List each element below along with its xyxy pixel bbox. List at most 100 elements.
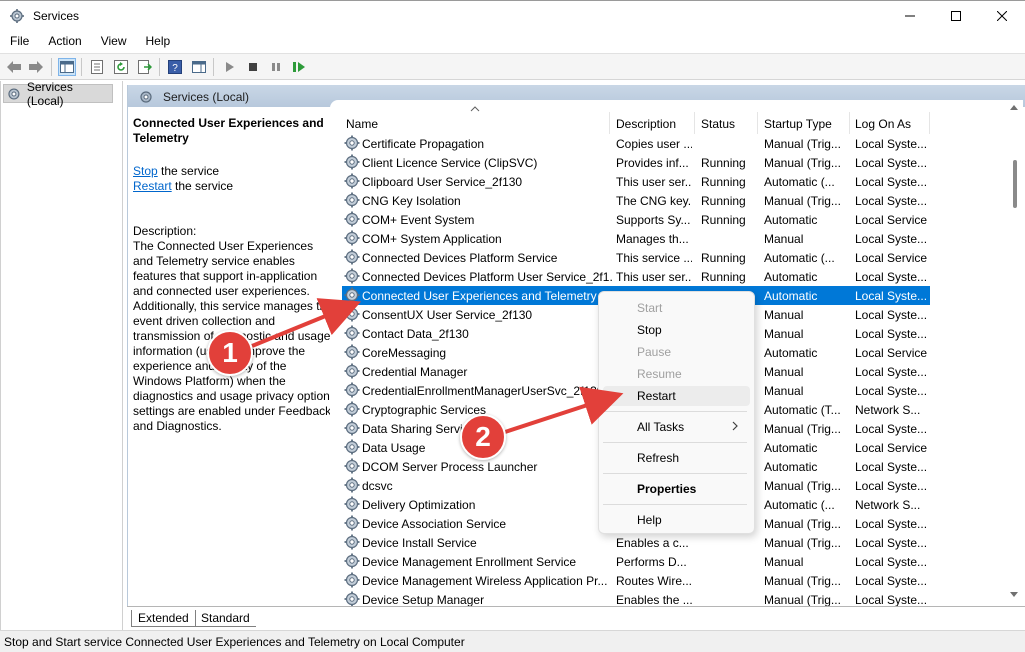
console-tree: Services (Local) bbox=[0, 80, 123, 630]
cell-name: CNG Key Isolation bbox=[362, 194, 461, 208]
menu-action[interactable]: Action bbox=[38, 31, 90, 53]
cell-name: Connected User Experiences and Telemetry bbox=[362, 289, 597, 303]
properties-sheet-icon bbox=[91, 60, 103, 74]
context-menu-properties[interactable]: Properties bbox=[603, 479, 750, 499]
close-button[interactable] bbox=[979, 1, 1025, 31]
pause-service-button[interactable] bbox=[267, 58, 285, 76]
toolbar-separator bbox=[81, 58, 82, 76]
context-menu-all-tasks[interactable]: All Tasks bbox=[603, 417, 750, 437]
column-header-name[interactable]: Name bbox=[340, 112, 608, 136]
cell-name: Clipboard User Service_2f130 bbox=[362, 175, 523, 189]
help-toolbar-button[interactable]: ? bbox=[166, 58, 184, 76]
column-header-status[interactable]: Status bbox=[695, 112, 757, 136]
stop-service-button[interactable] bbox=[244, 58, 262, 76]
column-header-description[interactable]: Description bbox=[610, 112, 694, 136]
table-row[interactable]: COM+ Event System Supports Sy... Running Au… bbox=[330, 210, 1006, 229]
minimize-button[interactable] bbox=[887, 1, 933, 31]
action-pane-button[interactable] bbox=[190, 58, 208, 76]
cell-startup: Manual (Trig... bbox=[764, 536, 841, 550]
column-header-log-on-as[interactable]: Log On As bbox=[849, 112, 929, 136]
arrow-left-icon bbox=[7, 61, 21, 73]
table-row[interactable]: Device Management Enrollment Service Perf… bbox=[330, 552, 1006, 571]
scroll-up-icon[interactable] bbox=[1010, 104, 1018, 110]
table-row[interactable]: Clipboard User Service_2f130 This user se… bbox=[330, 172, 1006, 191]
toolbar: ? bbox=[0, 53, 1025, 80]
table-row[interactable]: Client Licence Service (ClipSVC) Provides… bbox=[330, 153, 1006, 172]
toolbar-separator bbox=[159, 58, 160, 76]
context-menu-start[interactable]: Start bbox=[603, 298, 750, 318]
context-menu-help[interactable]: Help bbox=[603, 510, 750, 530]
scroll-thumb[interactable] bbox=[1013, 160, 1017, 208]
cell-logon: Network S... bbox=[855, 498, 921, 512]
restart-service-link[interactable]: Restart bbox=[133, 179, 172, 193]
context-menu-separator bbox=[603, 411, 747, 412]
properties-toolbar-button[interactable] bbox=[88, 58, 106, 76]
vertical-scrollbar[interactable] bbox=[1006, 100, 1023, 606]
restart-suffix: the service bbox=[171, 179, 234, 193]
column-separator[interactable] bbox=[929, 112, 930, 134]
table-row[interactable]: Connected Devices Platform Service This s… bbox=[330, 248, 1006, 267]
table-row[interactable]: Certificate Propagation Copies user ... Ma… bbox=[330, 134, 1006, 153]
context-menu-refresh[interactable]: Refresh bbox=[603, 448, 750, 468]
cell-startup: Automatic bbox=[764, 441, 818, 455]
context-menu-resume[interactable]: Resume bbox=[603, 364, 750, 384]
table-row[interactable]: COM+ System Application Manages th... Manu… bbox=[330, 229, 1006, 248]
cell-logon: Local Syste... bbox=[855, 232, 928, 246]
cell-startup: Manual bbox=[764, 555, 804, 569]
service-gear-icon bbox=[344, 249, 360, 265]
maximize-button[interactable] bbox=[933, 1, 979, 31]
tab-extended[interactable]: Extended bbox=[131, 610, 196, 627]
table-row[interactable]: Connected Devices Platform User Service_… bbox=[330, 267, 1006, 286]
table-row[interactable]: Device Install Service Enables a c... Manu… bbox=[330, 533, 1006, 552]
cell-desc: Routes Wire... bbox=[616, 574, 692, 588]
table-row[interactable]: Device Setup Manager Enables the ... Manua… bbox=[330, 590, 1006, 606]
table-row[interactable]: CNG Key Isolation The CNG key... Running Ma… bbox=[330, 191, 1006, 210]
service-gear-icon bbox=[344, 173, 360, 189]
stop-service-link[interactable]: Stop bbox=[133, 164, 158, 178]
tab-standard[interactable]: Standard bbox=[195, 610, 256, 627]
service-actions: Stop the service Restart the service bbox=[133, 164, 333, 194]
cell-startup: Manual (Trig... bbox=[764, 194, 841, 208]
cell-logon: Local Service bbox=[855, 213, 928, 227]
show-hide-console-tree-button[interactable] bbox=[58, 58, 76, 76]
restart-service-button[interactable] bbox=[290, 58, 308, 76]
context-menu-restart[interactable]: Restart bbox=[603, 386, 750, 406]
menu-help[interactable]: Help bbox=[136, 31, 180, 53]
back-button[interactable] bbox=[5, 58, 23, 76]
service-gear-icon bbox=[344, 534, 360, 550]
service-description-panel: Connected User Experiences and Telemetry… bbox=[133, 116, 333, 434]
context-menu-stop[interactable]: Stop bbox=[603, 320, 750, 340]
refresh-toolbar-button[interactable] bbox=[112, 58, 130, 76]
view-tabs: Extended Standard bbox=[127, 606, 1025, 630]
cell-logon: Network S... bbox=[855, 403, 921, 417]
menu-file[interactable]: File bbox=[0, 31, 38, 53]
context-menu-separator bbox=[603, 473, 747, 474]
tree-node-services-local[interactable]: Services (Local) bbox=[3, 80, 113, 108]
cell-startup: Manual (Trig... bbox=[764, 593, 841, 606]
cell-status: Running bbox=[701, 194, 746, 208]
tree-node-label: Services (Local) bbox=[26, 79, 73, 108]
cell-name: Credential Manager bbox=[362, 365, 468, 379]
scroll-down-icon[interactable] bbox=[1010, 592, 1018, 598]
table-row[interactable]: Device Management Wireless Application P… bbox=[330, 571, 1006, 590]
context-menu: Start Stop Pause Resume Restart All Task… bbox=[598, 291, 755, 534]
context-menu-pause[interactable]: Pause bbox=[603, 342, 750, 362]
cell-logon: Local Syste... bbox=[855, 175, 928, 189]
title-bar: Services bbox=[0, 0, 1025, 31]
menu-view[interactable]: View bbox=[91, 31, 136, 53]
export-list-button[interactable] bbox=[136, 58, 154, 76]
play-icon bbox=[226, 62, 234, 72]
cell-desc: This service ... bbox=[616, 251, 692, 265]
cell-status: Running bbox=[701, 156, 746, 170]
minimize-icon bbox=[905, 15, 915, 17]
cell-desc: The CNG key... bbox=[616, 194, 692, 208]
cell-status: Running bbox=[701, 213, 746, 227]
start-service-button[interactable] bbox=[221, 58, 239, 76]
export-icon bbox=[138, 60, 152, 74]
cell-logon: Local Syste... bbox=[855, 536, 928, 550]
cell-startup: Manual (Trig... bbox=[764, 517, 841, 531]
column-header-startup-type[interactable]: Startup Type bbox=[758, 112, 848, 136]
cell-startup: Manual bbox=[764, 384, 804, 398]
cell-desc: Performs D... bbox=[616, 555, 687, 569]
forward-button[interactable] bbox=[27, 58, 45, 76]
